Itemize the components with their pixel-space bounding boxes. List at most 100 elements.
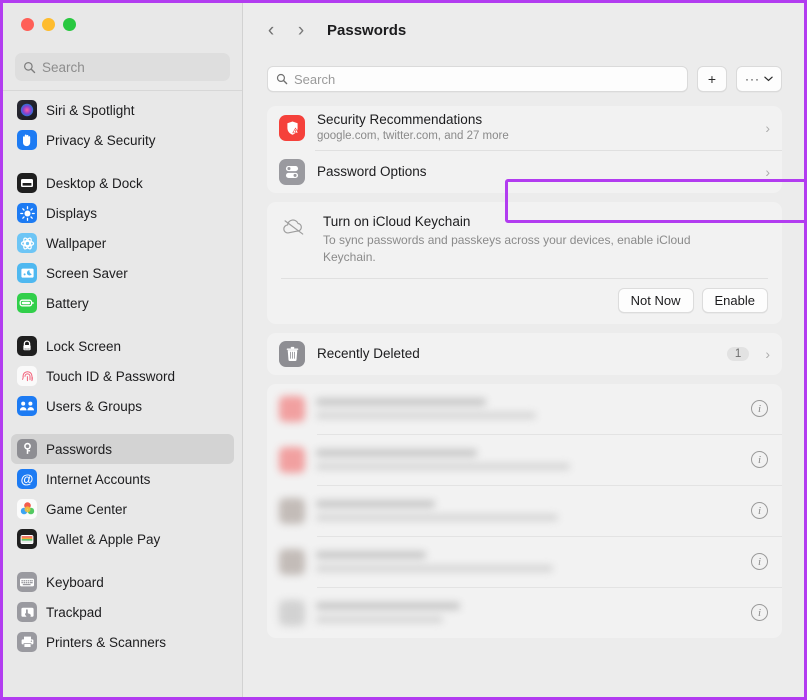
close-button[interactable] (21, 18, 34, 31)
info-icon[interactable]: i (751, 553, 768, 571)
sidebar-item-battery[interactable]: Battery (11, 288, 234, 318)
sidebar-item-label: Battery (46, 295, 89, 311)
sidebar-item-passwords[interactable]: Passwords (11, 434, 234, 464)
search-input[interactable]: Search (267, 66, 688, 92)
keychain-body: To sync passwords and passkeys across yo… (323, 233, 691, 265)
password-list: i i i i i (267, 383, 782, 638)
info-icon[interactable]: i (751, 400, 768, 418)
search-icon (276, 73, 288, 85)
security-recommendations-row[interactable]: Security Recommendations google.com, twi… (267, 106, 782, 150)
sidebar-item-label: Displays (46, 205, 98, 221)
trackpad-icon (17, 602, 37, 622)
sidebar-search-field[interactable]: Search (15, 53, 230, 81)
keychain-title: Turn on iCloud Keychain (323, 214, 471, 229)
sidebar-item-label: Printers & Scanners (46, 634, 167, 650)
chevron-left-icon[interactable]: ‹ (263, 21, 279, 40)
keychain-top: Turn on iCloud Keychain To sync password… (281, 214, 768, 267)
security-recommendations-texts: Security Recommendations google.com, twi… (317, 111, 753, 145)
more-options-button[interactable]: ··· (736, 66, 782, 92)
sidebar-item-game-center[interactable]: Game Center (11, 494, 234, 524)
info-icon[interactable]: i (751, 604, 768, 622)
recently-deleted-row[interactable]: Recently Deleted 1 › (267, 333, 782, 375)
sidebar-item-label: Wallet & Apple Pay (46, 531, 161, 547)
sidebar-list: Siri & Spotlight Privacy & Security Desk… (3, 95, 242, 657)
sidebar-item-desktop-dock[interactable]: Desktop & Dock (11, 168, 234, 198)
sidebar-item-label: Users & Groups (46, 398, 143, 414)
chevron-right-icon: › (765, 120, 770, 136)
recently-deleted-card: Recently Deleted 1 › (267, 332, 782, 375)
main-content: ‹ › Passwords Search + ··· Security Reco… (243, 3, 804, 697)
sidebar-item-privacy-security[interactable]: Privacy & Security (11, 125, 234, 155)
keychain-actions: Not Now Enable (281, 279, 768, 324)
redacted-entry-text (316, 551, 740, 573)
site-favicon (279, 548, 305, 575)
security-shield-warning-icon (279, 115, 305, 141)
keyboard-icon (17, 572, 37, 592)
sidebar-item-internet-accounts[interactable]: @ Internet Accounts (11, 464, 234, 494)
site-favicon (279, 395, 305, 422)
sidebar-item-label: Passwords (46, 441, 113, 457)
sidebar-item-label: Touch ID & Password (46, 368, 176, 384)
row-title: Security Recommendations (317, 112, 483, 128)
site-favicon (279, 599, 305, 626)
options-card: Security Recommendations google.com, twi… (267, 106, 782, 193)
redacted-entry-text (316, 500, 740, 522)
chevron-right-icon[interactable]: › (293, 21, 309, 40)
list-item[interactable]: i (267, 486, 782, 536)
list-item[interactable]: i (267, 537, 782, 587)
sidebar-top-divider (3, 90, 242, 91)
lock-screen-icon (17, 336, 37, 356)
sidebar-item-printers-scanners[interactable]: Printers & Scanners (11, 627, 234, 657)
sidebar-item-label: Siri & Spotlight (46, 102, 135, 118)
plus-icon: + (707, 71, 717, 87)
list-item[interactable]: i (267, 435, 782, 485)
sidebar-item-lock-screen[interactable]: Lock Screen (11, 331, 234, 361)
sidebar-item-trackpad[interactable]: Trackpad (11, 597, 234, 627)
sidebar: Search Siri & Spotlight Privacy & Securi… (3, 3, 243, 697)
trash-icon (279, 340, 305, 367)
list-item[interactable]: i (267, 588, 782, 638)
info-icon[interactable]: i (751, 451, 768, 469)
sidebar-item-wallet-apple-pay[interactable]: Wallet & Apple Pay (11, 524, 234, 554)
siri-icon (17, 100, 37, 120)
not-now-button[interactable]: Not Now (617, 287, 694, 313)
sidebar-item-siri-spotlight[interactable]: Siri & Spotlight (11, 95, 234, 125)
recently-deleted-texts: Recently Deleted (317, 345, 715, 363)
info-icon[interactable]: i (751, 502, 768, 520)
password-options-row[interactable]: Password Options › (267, 151, 782, 193)
sidebar-item-keyboard[interactable]: Keyboard (11, 567, 234, 597)
touch-id-icon (17, 366, 37, 386)
sidebar-item-users-groups[interactable]: Users & Groups (11, 391, 234, 421)
sidebar-item-touch-id-password[interactable]: Touch ID & Password (11, 361, 234, 391)
minimize-button[interactable] (42, 18, 55, 31)
search-placeholder: Search (294, 71, 336, 87)
sidebar-search-placeholder: Search (42, 59, 85, 75)
sidebar-item-label: Internet Accounts (46, 471, 151, 487)
list-item[interactable]: i (267, 384, 782, 434)
chevron-down-icon (764, 76, 773, 82)
row-title: Password Options (317, 163, 427, 179)
displays-icon (17, 203, 37, 223)
site-favicon (279, 497, 305, 524)
sidebar-item-wallpaper[interactable]: Wallpaper (11, 228, 234, 258)
enable-button[interactable]: Enable (701, 287, 768, 313)
maximize-button[interactable] (63, 18, 76, 31)
wallet-icon (17, 529, 37, 549)
sidebar-item-label: Game Center (46, 501, 128, 517)
site-favicon (279, 446, 305, 473)
system-settings-window: Search Siri & Spotlight Privacy & Securi… (0, 0, 807, 700)
add-password-button[interactable]: + (697, 66, 727, 92)
password-options-icon (279, 159, 305, 185)
sidebar-item-label: Screen Saver (46, 265, 128, 281)
redacted-entry-text (316, 602, 740, 624)
redacted-entry-text (316, 398, 740, 420)
sidebar-item-screen-saver[interactable]: Screen Saver (11, 258, 234, 288)
sidebar-item-label: Wallpaper (46, 235, 107, 251)
keychain-texts: Turn on iCloud Keychain To sync password… (323, 214, 743, 267)
svg-text:@: @ (21, 471, 34, 486)
sidebar-item-displays[interactable]: Displays (11, 198, 234, 228)
printer-icon (17, 632, 37, 652)
